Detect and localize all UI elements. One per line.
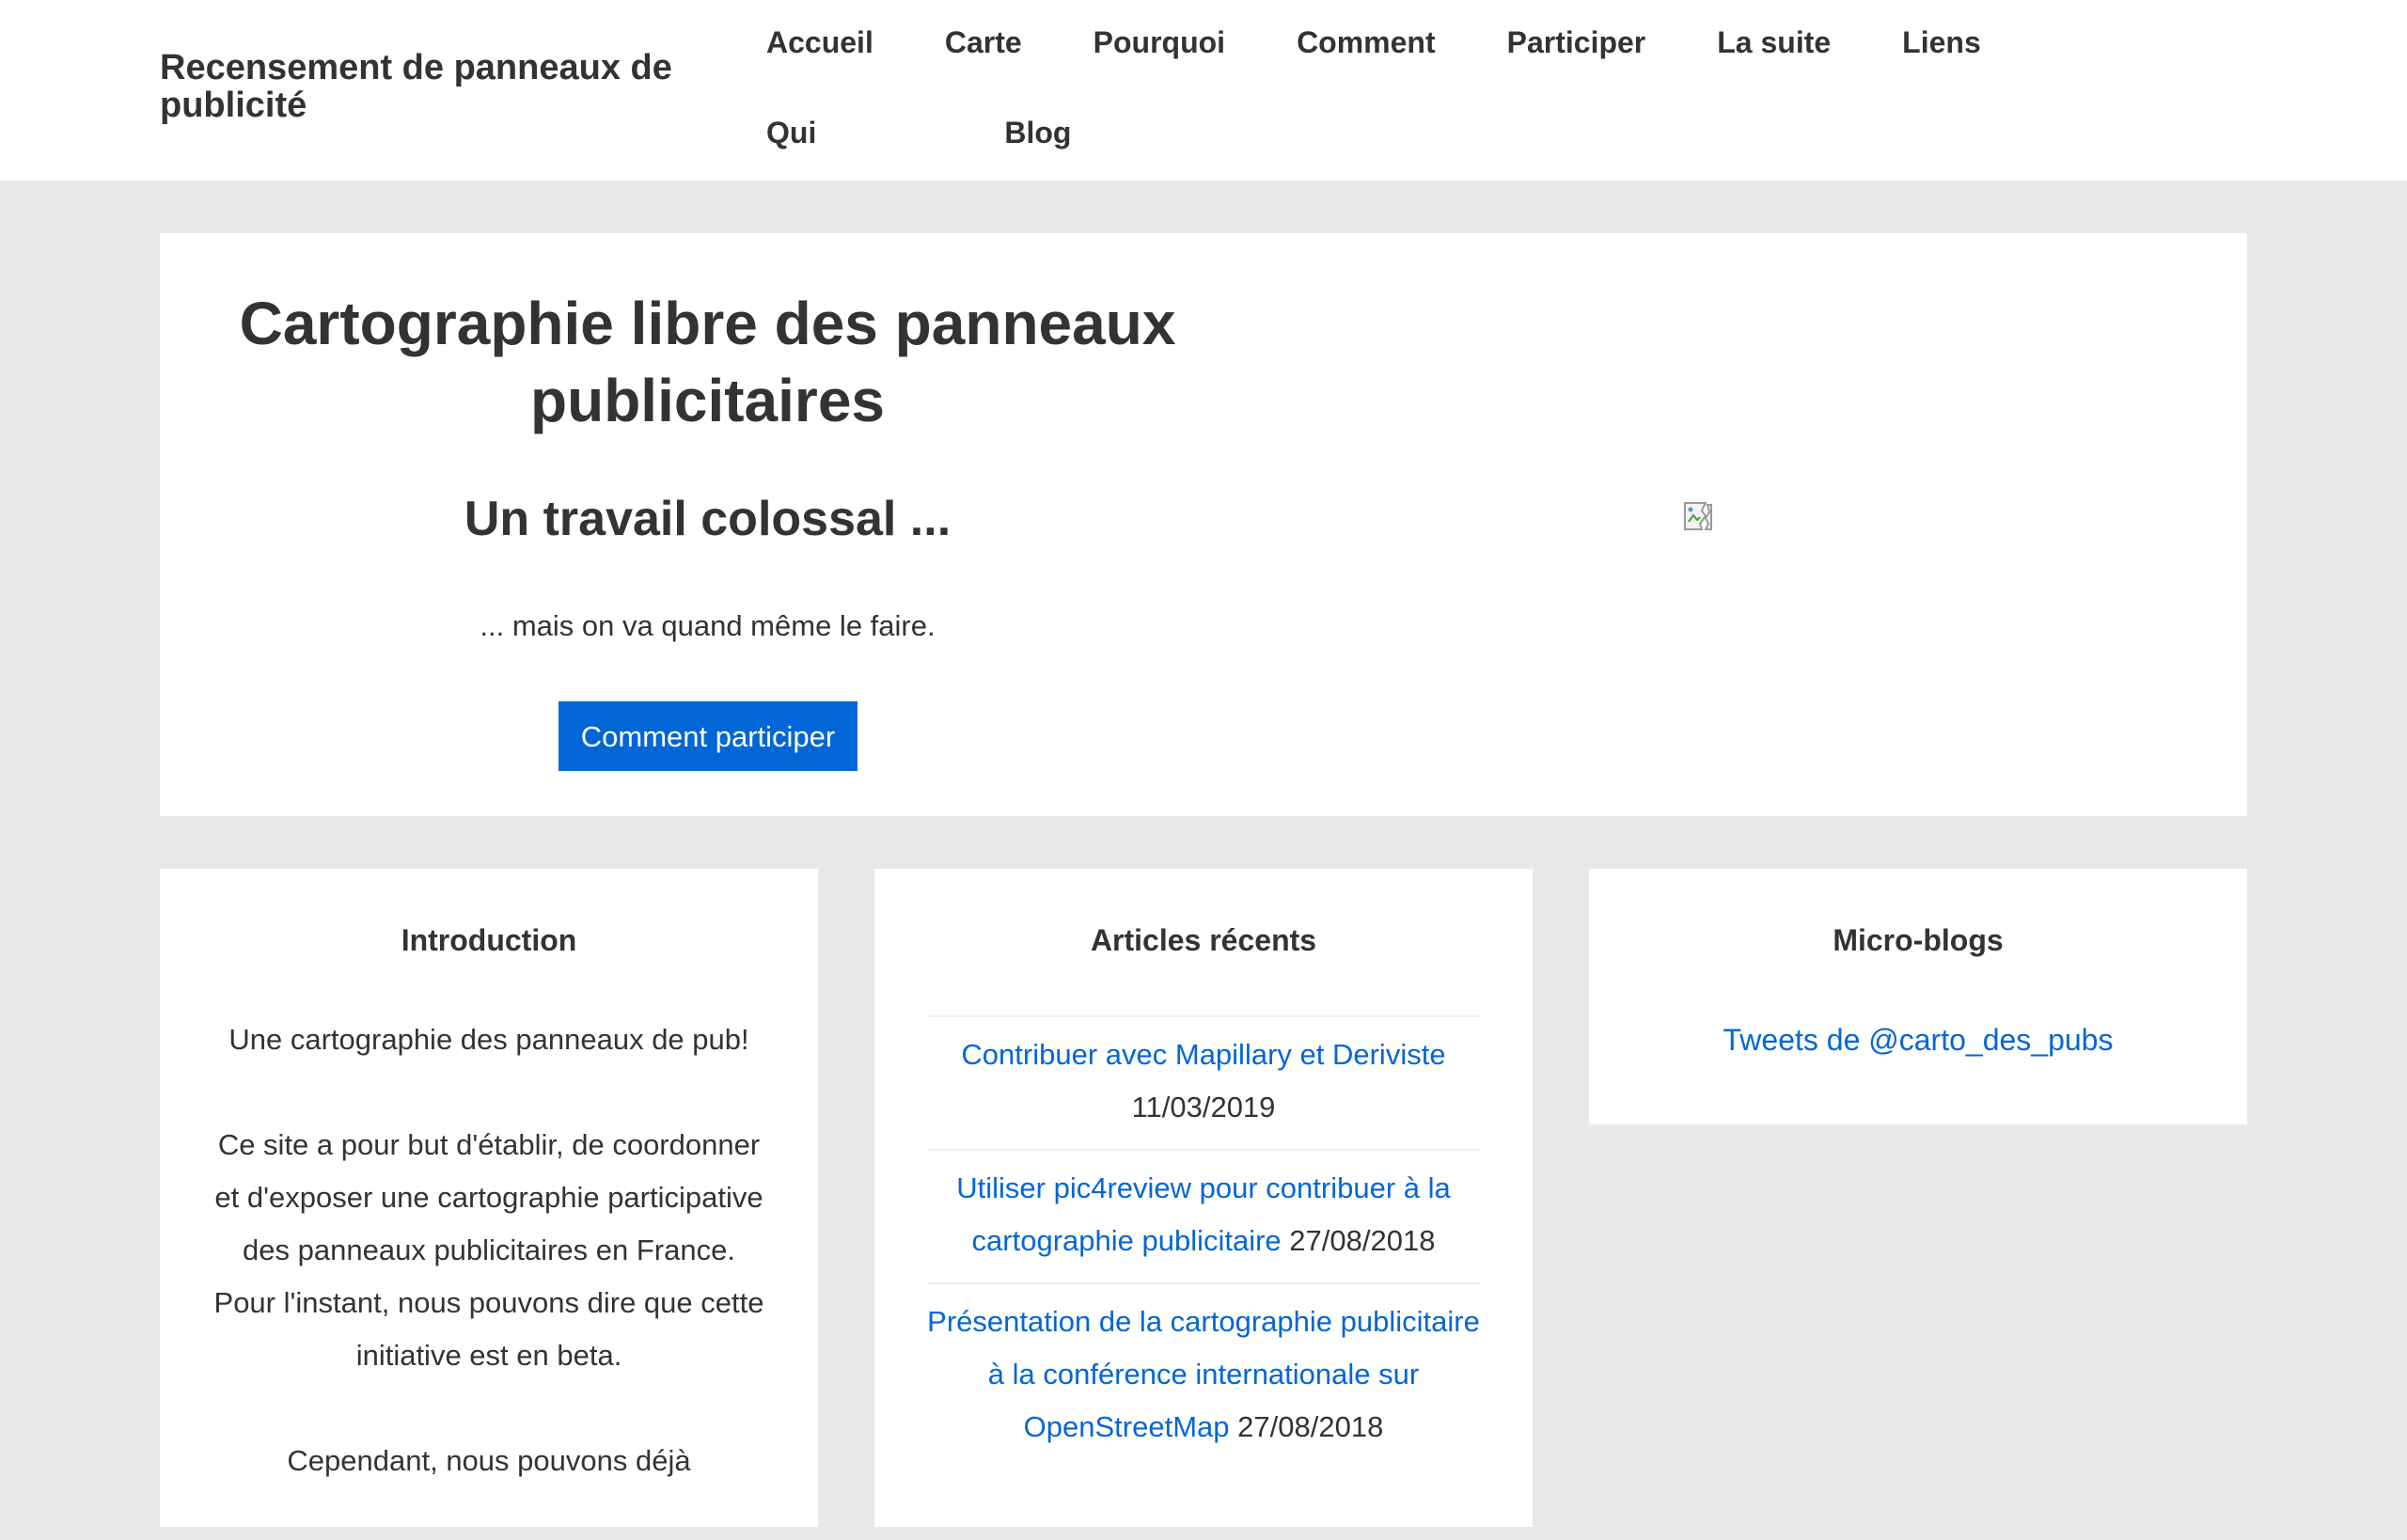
- recent-articles-card: Articles récents Contribuer avec Mapilla…: [874, 869, 1533, 1527]
- articles-list: Contribuer avec Mapillary et Deriviste 1…: [927, 1015, 1480, 1469]
- introduction-card: Introduction Une cartographie des pannea…: [160, 869, 818, 1527]
- introduction-paragraph: Cependant, nous pouvons déjà: [287, 1444, 691, 1477]
- introduction-title: Introduction: [401, 923, 577, 957]
- hero-section: Cartographie libre des panneaux publicit…: [160, 233, 2247, 816]
- micro-blogs-card: Micro-blogs Tweets de @carto_des_pubs: [1589, 869, 2247, 1124]
- nav-item-carte[interactable]: Carte: [945, 0, 1022, 90]
- broken-image-icon: [1684, 502, 1712, 530]
- list-item: Contribuer avec Mapillary et Deriviste 1…: [927, 1015, 1480, 1149]
- list-item: Présentation de la cartographie publicit…: [927, 1282, 1480, 1469]
- micro-blogs-body: Tweets de @carto_des_pubs: [1589, 1014, 2247, 1066]
- hero-text: ... mais on va quand même le faire.: [480, 609, 936, 642]
- article-date: 27/08/2018: [1289, 1224, 1436, 1257]
- micro-blogs-title: Micro-blogs: [1833, 923, 2004, 957]
- introduction-body: Une cartographie des panneaux de pub! Ce…: [212, 1014, 765, 1540]
- article-link[interactable]: Contribuer avec Mapillary et Deriviste: [961, 1038, 1445, 1071]
- comment-participer-button[interactable]: Comment participer: [558, 701, 857, 771]
- hero-content: Cartographie libre des panneaux publicit…: [160, 233, 1255, 816]
- article-link[interactable]: Présentation de la cartographie publicit…: [927, 1305, 1480, 1443]
- nav-item-accueil[interactable]: Accueil: [766, 0, 873, 90]
- nav-item-liens[interactable]: Liens: [1902, 0, 1981, 90]
- hero-subtitle: Un travail colossal ...: [464, 492, 952, 546]
- nav-item-blog[interactable]: Blog: [1004, 90, 1071, 181]
- tweets-link[interactable]: Tweets de @carto_des_pubs: [1723, 1023, 2114, 1057]
- site-header: Recensement de panneaux de publicité Acc…: [0, 0, 2407, 181]
- introduction-paragraph: Ce site a pour but d'établir, de coordon…: [213, 1128, 764, 1372]
- nav-item-participer[interactable]: Participer: [1507, 0, 1646, 90]
- nav-item-comment[interactable]: Comment: [1297, 0, 1436, 90]
- hero-title: Cartographie libre des panneaux publicit…: [239, 290, 1176, 434]
- site-title[interactable]: Recensement de panneaux de publicité: [160, 49, 686, 124]
- recent-articles-title: Articles récents: [1090, 923, 1317, 957]
- nav-item-la-suite[interactable]: La suite: [1717, 0, 1831, 90]
- article-date: 11/03/2019: [1131, 1091, 1276, 1124]
- list-item: Utiliser pic4review pour contribuer à la…: [927, 1149, 1480, 1282]
- article-date: 27/08/2018: [1237, 1410, 1384, 1443]
- main-nav: Accueil Carte Pourquoi Comment Participe…: [766, 0, 2271, 181]
- nav-item-pourquoi[interactable]: Pourquoi: [1093, 0, 1225, 90]
- nav-item-qui[interactable]: Qui: [766, 90, 816, 181]
- introduction-paragraph: Une cartographie des panneaux de pub!: [228, 1023, 749, 1056]
